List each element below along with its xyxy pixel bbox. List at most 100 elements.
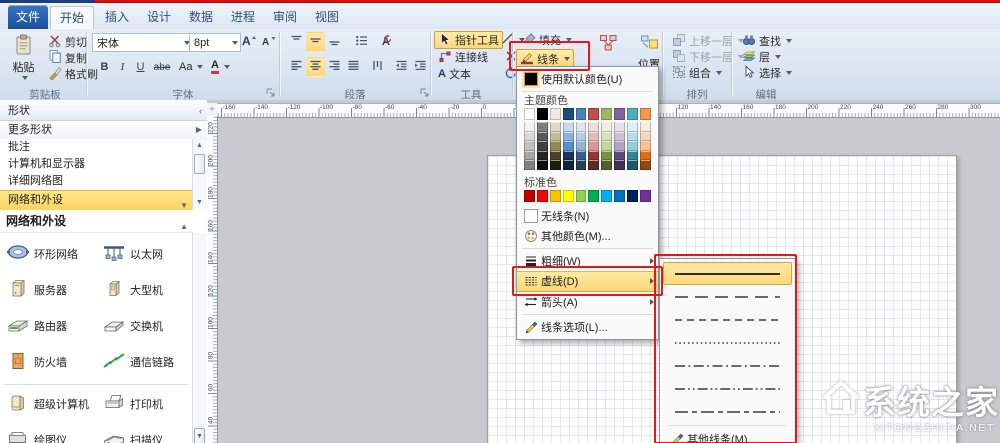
pointer-tool-button[interactable]: 指针工具 xyxy=(434,31,503,49)
theme-variant-swatch[interactable] xyxy=(640,150,651,160)
standard-color-swatch[interactable] xyxy=(640,189,651,202)
menu-item-more-colors[interactable]: 其他颜色(M)... xyxy=(517,226,658,246)
theme-variant-swatch[interactable] xyxy=(640,131,651,141)
shape-通信链路[interactable]: 通信链路 xyxy=(102,346,196,378)
shape-大型机[interactable]: 大型机 xyxy=(102,274,196,306)
theme-variant-swatch[interactable] xyxy=(614,141,626,151)
theme-variant-swatch[interactable] xyxy=(575,160,587,170)
theme-color-swatch[interactable] xyxy=(601,108,613,120)
theme-variant-swatch[interactable] xyxy=(640,122,651,132)
theme-variant-swatch[interactable] xyxy=(627,150,639,160)
shape-以太网[interactable]: 以太网 xyxy=(102,238,196,270)
vertical-text-button[interactable] xyxy=(368,57,387,77)
theme-variant-swatch[interactable] xyxy=(536,131,548,141)
align-right-button[interactable] xyxy=(325,57,344,77)
italic-button[interactable]: I xyxy=(113,57,132,77)
font-name-combo[interactable]: 宋体 xyxy=(92,33,193,52)
theme-variant-swatch[interactable] xyxy=(549,150,561,160)
tab-视图[interactable]: 视图 xyxy=(306,6,348,28)
group-button[interactable]: 组合 xyxy=(668,64,726,82)
valign-middle-button[interactable] xyxy=(306,32,325,52)
increase-font-button[interactable]: A xyxy=(239,32,260,52)
change-case-button[interactable]: Aa xyxy=(175,58,207,76)
increase-indent-button[interactable] xyxy=(411,57,430,77)
theme-variant-swatch[interactable] xyxy=(524,141,535,151)
scroll-down-icon[interactable]: ▼ xyxy=(195,198,204,207)
theme-variant-swatch[interactable] xyxy=(536,141,548,151)
stencil-scrollbar[interactable]: ▲ ▼ xyxy=(192,139,206,209)
strikethrough-button[interactable]: abe xyxy=(149,57,175,77)
theme-variant-swatch[interactable] xyxy=(588,160,600,170)
theme-variant-swatch[interactable] xyxy=(549,141,561,151)
theme-color-swatch[interactable] xyxy=(562,108,574,120)
justify-button[interactable] xyxy=(344,57,363,77)
theme-variant-swatch[interactable] xyxy=(536,150,548,160)
shape-防火墙[interactable]: 防火墙 xyxy=(6,346,100,378)
theme-variant-swatch[interactable] xyxy=(627,122,639,132)
theme-variant-swatch[interactable] xyxy=(536,160,548,170)
standard-color-swatch[interactable] xyxy=(549,189,561,202)
tab-进程[interactable]: 进程 xyxy=(222,6,264,28)
tab-插入[interactable]: 插入 xyxy=(96,6,138,28)
sidebar-item-批注[interactable]: 批注 xyxy=(0,139,193,157)
theme-variant-swatch[interactable] xyxy=(562,150,574,160)
tab-审阅[interactable]: 审阅 xyxy=(264,6,306,28)
format-painter-button[interactable]: 格式刷 xyxy=(44,65,102,83)
theme-variant-swatch[interactable] xyxy=(627,160,639,170)
standard-color-swatch[interactable] xyxy=(562,189,574,202)
valign-top-button[interactable] xyxy=(287,32,306,52)
decrease-indent-button[interactable] xyxy=(392,57,411,77)
paste-button[interactable]: 粘贴 xyxy=(4,31,43,89)
theme-variant-swatch[interactable] xyxy=(562,160,574,170)
bold-button[interactable]: B xyxy=(95,57,114,77)
theme-variant-swatch[interactable] xyxy=(601,141,613,151)
theme-variant-swatch[interactable] xyxy=(549,160,561,170)
shape-超级计算机[interactable]: 超级计算机 xyxy=(6,388,100,420)
theme-variant-swatch[interactable] xyxy=(614,122,626,132)
standard-color-swatch[interactable] xyxy=(601,189,613,202)
theme-color-swatch[interactable] xyxy=(549,108,561,120)
menu-item-dashes[interactable]: 虚线(D) xyxy=(517,270,658,292)
font-color-button[interactable]: A xyxy=(207,58,234,76)
font-dialog-launcher[interactable] xyxy=(266,88,276,98)
theme-variant-swatch[interactable] xyxy=(524,160,535,170)
font-size-combo[interactable]: 8pt xyxy=(189,33,241,52)
theme-variant-swatch[interactable] xyxy=(640,160,651,170)
standard-color-swatch[interactable] xyxy=(614,189,626,202)
dash-pattern-long-dash[interactable] xyxy=(663,285,792,308)
theme-variant-swatch[interactable] xyxy=(601,122,613,132)
shape-路由器[interactable]: 路由器 xyxy=(6,310,100,342)
sidebar-item-计算机和显示器[interactable]: 计算机和显示器 xyxy=(0,156,193,174)
theme-variant-swatch[interactable] xyxy=(627,141,639,151)
theme-variant-swatch[interactable] xyxy=(627,131,639,141)
theme-variant-swatch[interactable] xyxy=(575,150,587,160)
theme-variant-swatch[interactable] xyxy=(524,150,535,160)
theme-variant-swatch[interactable] xyxy=(614,160,626,170)
dash-pattern-dash-dot[interactable] xyxy=(663,354,792,377)
shape-交换机[interactable]: 交换机 xyxy=(102,310,196,342)
shapes-scrollbar[interactable]: ▼ xyxy=(192,233,206,443)
tab-文件[interactable]: 文件 xyxy=(8,5,48,29)
theme-variant-swatch[interactable] xyxy=(549,122,561,132)
theme-color-swatch[interactable] xyxy=(588,108,600,120)
sidebar-item-网络和外设[interactable]: 网络和外设 ▼ xyxy=(0,190,193,211)
collapse-panel-icon[interactable]: ‹ xyxy=(199,102,202,120)
dash-pattern-solid[interactable] xyxy=(663,262,792,285)
theme-variant-swatch[interactable] xyxy=(614,150,626,160)
dash-pattern-dash-dot-dot[interactable] xyxy=(663,377,792,400)
paragraph-dialog-launcher[interactable] xyxy=(420,88,430,98)
standard-color-swatch[interactable] xyxy=(627,189,639,202)
decrease-font-button[interactable]: A xyxy=(259,32,280,52)
standard-color-swatch[interactable] xyxy=(524,189,535,202)
tab-设计[interactable]: 设计 xyxy=(138,6,180,28)
theme-variant-swatch[interactable] xyxy=(575,122,587,132)
theme-color-swatch[interactable] xyxy=(627,108,639,120)
dash-pattern-dot[interactable] xyxy=(663,331,792,354)
shape-环形网络[interactable]: 环形网络 xyxy=(6,238,100,270)
text-tool-button[interactable]: A 文本 xyxy=(434,65,475,83)
connector-tool-button[interactable]: 连接线 xyxy=(434,48,492,66)
theme-variant-swatch[interactable] xyxy=(601,160,613,170)
align-center-button[interactable] xyxy=(306,57,325,77)
underline-button[interactable]: U xyxy=(131,57,150,77)
theme-variant-swatch[interactable] xyxy=(614,131,626,141)
